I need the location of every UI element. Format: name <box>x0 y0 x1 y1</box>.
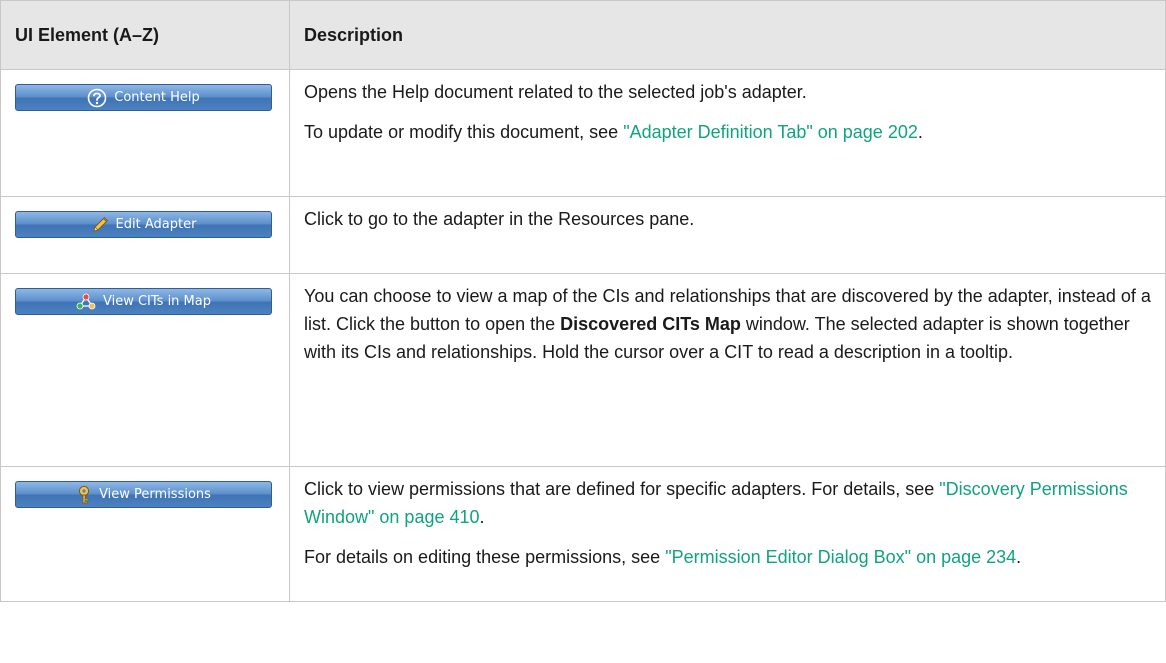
content-help-label: Content Help <box>114 90 200 105</box>
discovered-cits-map-term: Discovered CITs Map <box>560 314 741 334</box>
content-help-button[interactable]: Content Help <box>15 84 272 111</box>
header-description: Description <box>289 0 1166 70</box>
view-permissions-label: View Permissions <box>99 487 211 502</box>
edit-adapter-button[interactable]: Edit Adapter <box>15 211 272 238</box>
description-text: You can choose to view a map of the CIs … <box>304 282 1151 366</box>
ci-map-icon <box>76 293 96 309</box>
ui-element-table: UI Element (A–Z) Description Content Hel… <box>0 0 1166 602</box>
description-cell: Click to go to the adapter in the Resour… <box>289 196 1166 274</box>
text-span: For details on editing these permissions… <box>304 547 666 567</box>
table-row: View Permissions Click to view permissio… <box>0 466 1166 602</box>
key-icon <box>78 485 90 503</box>
adapter-definition-tab-link[interactable]: "Adapter Definition Tab" on page 202 <box>623 122 918 142</box>
element-cell: Edit Adapter <box>0 196 290 274</box>
text-span: . <box>479 507 485 527</box>
pencil-icon <box>92 216 108 232</box>
view-cits-in-map-button[interactable]: View CITs in Map <box>15 288 272 315</box>
text-span: To update or modify this document, see <box>304 122 624 142</box>
text-span: . <box>917 122 923 142</box>
description-text: Click to view permissions that are defin… <box>304 475 1151 531</box>
table-row: Content Help Opens the Help document rel… <box>0 69 1166 197</box>
view-permissions-button[interactable]: View Permissions <box>15 481 272 508</box>
element-cell: View Permissions <box>0 466 290 602</box>
table-header-row: UI Element (A–Z) Description <box>0 0 1166 70</box>
text-span: . <box>1016 547 1022 567</box>
element-cell: Content Help <box>0 69 290 197</box>
description-text: Opens the Help document related to the s… <box>304 82 807 102</box>
header-ui-element: UI Element (A–Z) <box>0 0 290 70</box>
description-cell: Opens the Help document related to the s… <box>289 69 1166 197</box>
edit-adapter-label: Edit Adapter <box>115 217 197 232</box>
description-cell: Click to view permissions that are defin… <box>289 466 1166 602</box>
description-text: To update or modify this document, see "… <box>304 118 1151 146</box>
table-row: View CITs in Map You can choose to view … <box>0 273 1166 467</box>
description-text: Click to go to the adapter in the Resour… <box>304 209 695 229</box>
help-question-icon <box>87 88 107 107</box>
description-cell: You can choose to view a map of the CIs … <box>289 273 1166 467</box>
permission-editor-dialog-link[interactable]: "Permission Editor Dialog Box" on page 2… <box>665 547 1016 567</box>
view-cits-in-map-label: View CITs in Map <box>102 294 211 309</box>
table-row: Edit Adapter Click to go to the adapter … <box>0 196 1166 274</box>
element-cell: View CITs in Map <box>0 273 290 467</box>
text-span: Click to view permissions that are defin… <box>304 479 940 499</box>
description-text: For details on editing these permissions… <box>304 543 1151 571</box>
